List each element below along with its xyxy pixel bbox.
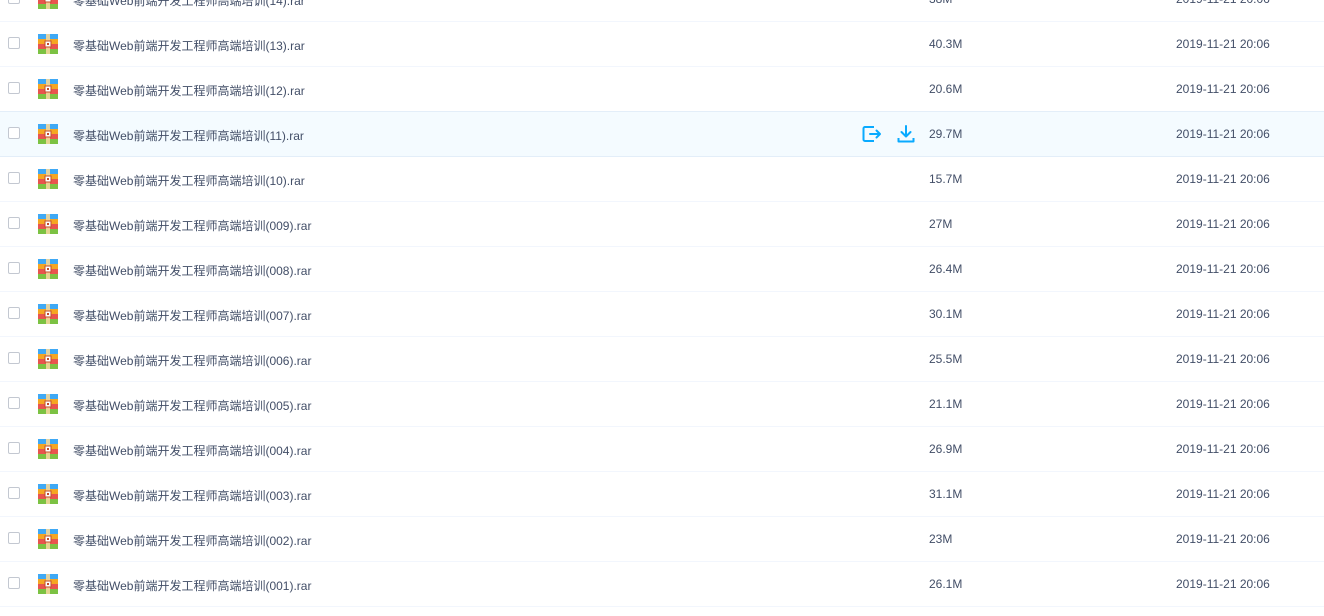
file-name[interactable]: 零基础Web前端开发工程师高端培训(005).rar [73,397,311,414]
file-date: 2019-11-21 20:06 [1176,172,1270,186]
file-name[interactable]: 零基础Web前端开发工程师高端培训(14).rar [73,0,305,9]
archive-rar-icon [38,124,58,144]
file-size: 30.1M [929,307,963,321]
file-size: 26.4M [929,262,963,276]
file-size: 21.1M [929,397,963,411]
file-name[interactable]: 零基础Web前端开发工程师高端培训(12).rar [73,82,305,99]
file-name[interactable]: 零基础Web前端开发工程师高端培训(13).rar [73,37,305,54]
file-name[interactable]: 零基础Web前端开发工程师高端培训(006).rar [73,352,311,369]
file-date: 2019-11-21 20:06 [1176,577,1270,591]
file-date: 2019-11-21 20:06 [1176,487,1270,501]
archive-rar-icon [38,529,58,549]
share-icon[interactable] [861,124,883,144]
file-date: 2019-11-21 20:06 [1176,442,1270,456]
file-date: 2019-11-21 20:06 [1176,532,1270,546]
file-row[interactable]: 零基础Web前端开发工程师高端培训(005).rar 21.1M 2019-11… [0,382,1324,427]
file-size: 31.1M [929,487,963,501]
file-size: 26.9M [929,442,963,456]
file-row[interactable]: 零基础Web前端开发工程师高端培训(008).rar 26.4M 2019-11… [0,247,1324,292]
file-size: 23M [929,532,953,546]
file-name[interactable]: 零基础Web前端开发工程师高端培训(004).rar [73,442,311,459]
file-name[interactable]: 零基础Web前端开发工程师高端培训(007).rar [73,307,311,324]
archive-rar-icon [38,169,58,189]
row-checkbox[interactable] [8,307,20,319]
archive-rar-icon [38,304,58,324]
row-checkbox[interactable] [8,577,20,589]
row-checkbox[interactable] [8,127,20,139]
file-date: 2019-11-21 20:06 [1176,37,1270,51]
file-name[interactable]: 零基础Web前端开发工程师高端培训(10).rar [73,172,305,189]
row-checkbox[interactable] [8,0,20,4]
file-date: 2019-11-21 20:06 [1176,397,1270,411]
file-date: 2019-11-21 20:06 [1176,82,1270,96]
file-date: 2019-11-21 20:06 [1176,217,1270,231]
file-name[interactable]: 零基础Web前端开发工程师高端培训(001).rar [73,577,311,594]
file-row[interactable]: 零基础Web前端开发工程师高端培训(003).rar 31.1M 2019-11… [0,472,1324,517]
file-name[interactable]: 零基础Web前端开发工程师高端培训(003).rar [73,487,311,504]
file-row[interactable]: 零基础Web前端开发工程师高端培训(007).rar 30.1M 2019-11… [0,292,1324,337]
file-name[interactable]: 零基础Web前端开发工程师高端培训(11).rar [73,127,304,144]
file-date: 2019-11-21 20:06 [1176,352,1270,366]
file-name[interactable]: 零基础Web前端开发工程师高端培训(009).rar [73,217,311,234]
row-checkbox[interactable] [8,397,20,409]
file-row[interactable]: 零基础Web前端开发工程师高端培训(12).rar 20.6M 2019-11-… [0,67,1324,112]
row-checkbox[interactable] [8,217,20,229]
archive-rar-icon [38,349,58,369]
file-row[interactable]: 零基础Web前端开发工程师高端培训(006).rar 25.5M 2019-11… [0,337,1324,382]
row-checkbox[interactable] [8,172,20,184]
file-name[interactable]: 零基础Web前端开发工程师高端培训(008).rar [73,262,311,279]
file-row[interactable]: 零基础Web前端开发工程师高端培训(14).rar 38M 2019-11-21… [0,0,1324,22]
file-row[interactable]: 零基础Web前端开发工程师高端培训(13).rar 40.3M 2019-11-… [0,22,1324,67]
file-size: 25.5M [929,352,963,366]
file-date: 2019-11-21 20:06 [1176,127,1270,141]
file-date: 2019-11-21 20:06 [1176,0,1270,6]
archive-rar-icon [38,394,58,414]
file-row[interactable]: 零基础Web前端开发工程师高端培训(11).rar 29.7M 2019-11-… [0,111,1324,157]
file-row[interactable]: 零基础Web前端开发工程师高端培训(009).rar 27M 2019-11-2… [0,202,1324,247]
file-size: 29.7M [929,127,963,141]
file-row[interactable]: 零基础Web前端开发工程师高端培训(002).rar 23M 2019-11-2… [0,517,1324,562]
file-size: 40.3M [929,37,963,51]
archive-rar-icon [38,439,58,459]
row-checkbox[interactable] [8,532,20,544]
file-date: 2019-11-21 20:06 [1176,262,1270,276]
download-icon[interactable] [895,124,917,144]
file-row[interactable]: 零基础Web前端开发工程师高端培训(001).rar 26.1M 2019-11… [0,562,1324,607]
file-size: 38M [929,0,952,6]
file-row[interactable]: 零基础Web前端开发工程师高端培训(10).rar 15.7M 2019-11-… [0,157,1324,202]
file-size: 15.7M [929,172,963,186]
file-size: 20.6M [929,82,963,96]
row-checkbox[interactable] [8,37,20,49]
archive-rar-icon [38,574,58,594]
file-size: 26.1M [929,577,963,591]
row-checkbox[interactable] [8,442,20,454]
archive-rar-icon [38,34,58,54]
row-checkbox[interactable] [8,82,20,94]
file-size: 27M [929,217,953,231]
row-checkbox[interactable] [8,262,20,274]
archive-rar-icon [38,214,58,234]
archive-rar-icon [38,484,58,504]
file-row[interactable]: 零基础Web前端开发工程师高端培训(004).rar 26.9M 2019-11… [0,427,1324,472]
row-checkbox[interactable] [8,352,20,364]
archive-rar-icon [38,0,58,9]
row-checkbox[interactable] [8,487,20,499]
file-name[interactable]: 零基础Web前端开发工程师高端培训(002).rar [73,532,311,549]
file-date: 2019-11-21 20:06 [1176,307,1270,321]
archive-rar-icon [38,79,58,99]
archive-rar-icon [38,259,58,279]
file-list: 零基础Web前端开发工程师高端培训(14).rar 38M 2019-11-21… [0,0,1324,607]
